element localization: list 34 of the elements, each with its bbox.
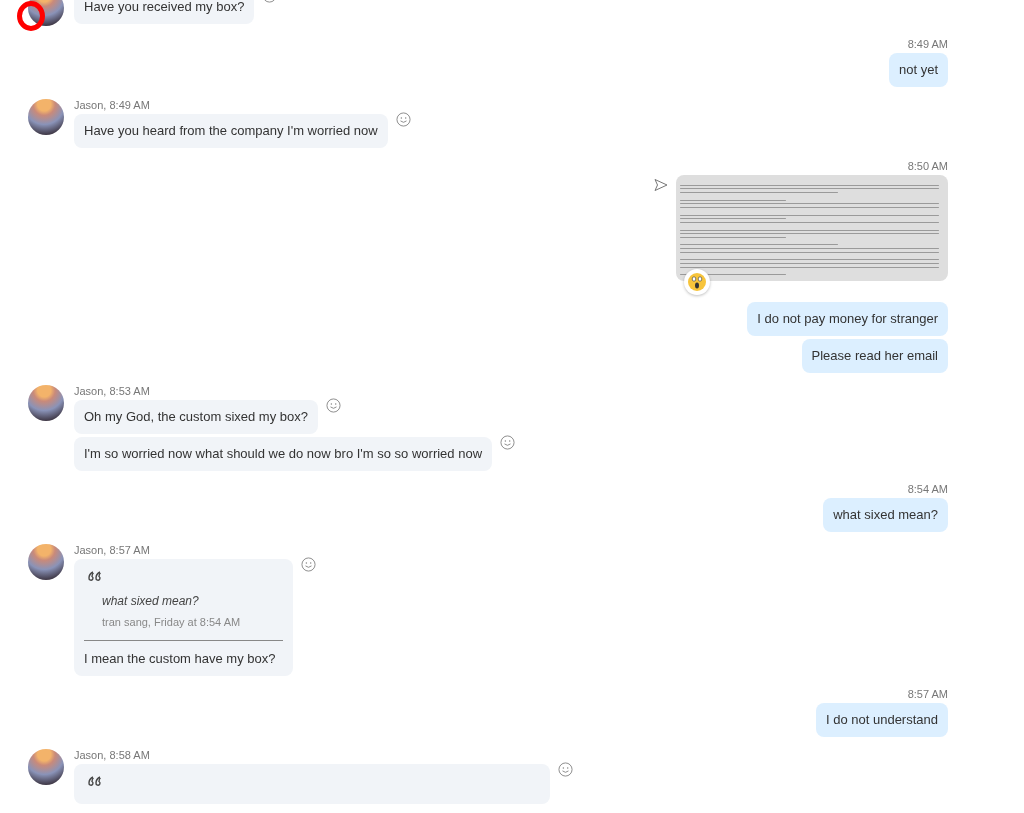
sender-time: Jason, 8:57 AM — [74, 544, 150, 558]
message-time: 8:54 AM — [907, 483, 948, 497]
emoji-reaction-icon[interactable] — [301, 557, 317, 572]
surprised-face-icon[interactable] — [687, 272, 707, 292]
sender-time: Jason, 8:49 AM — [74, 99, 150, 113]
avatar — [28, 544, 64, 580]
sender-time: Jason, 8:58 AM — [74, 749, 150, 763]
quote-mark-icon — [88, 571, 102, 582]
emoji-reaction-icon[interactable] — [326, 398, 341, 413]
message-bubble: Have you received my box? — [74, 0, 255, 24]
annotation-circle — [17, 1, 45, 31]
message-bubble: Have you heard from the company I'm worried now — [74, 114, 388, 148]
message-time: 8:49 AM — [907, 38, 948, 52]
message-bubble: not yet — [888, 53, 948, 87]
message-bubble: what sixed mean? — [823, 498, 948, 532]
message-time: 8:50 AM — [907, 160, 948, 174]
emoji-reaction-icon[interactable] — [558, 762, 573, 777]
avatar — [28, 385, 64, 421]
emoji-reaction-icon[interactable] — [395, 112, 411, 127]
quote-mark-icon — [88, 776, 102, 787]
message-bubble: Please read her email — [801, 339, 948, 373]
message-bubble: I do not pay money for stranger — [747, 302, 948, 336]
message-time: 8:57 AM — [907, 688, 948, 702]
avatar — [28, 749, 64, 785]
avatar — [28, 99, 64, 135]
quoted-text: what sixed mean? — [102, 594, 200, 608]
message-bubble: Oh my God, the custom sixed my box? — [74, 400, 318, 434]
quoted-source: tran sang, Friday at 8:54 AM — [102, 616, 242, 628]
sender-time: Jason, 8:53 AM — [74, 385, 150, 399]
message-text: I mean the custom have my box? — [84, 651, 277, 667]
message-bubble: I do not understand — [815, 703, 948, 737]
send-icon[interactable] — [654, 178, 668, 192]
message-bubble: I'm so worried now what should we do now bro I'm so so worried now — [74, 437, 493, 471]
emoji-reaction-icon[interactable] — [500, 435, 516, 450]
